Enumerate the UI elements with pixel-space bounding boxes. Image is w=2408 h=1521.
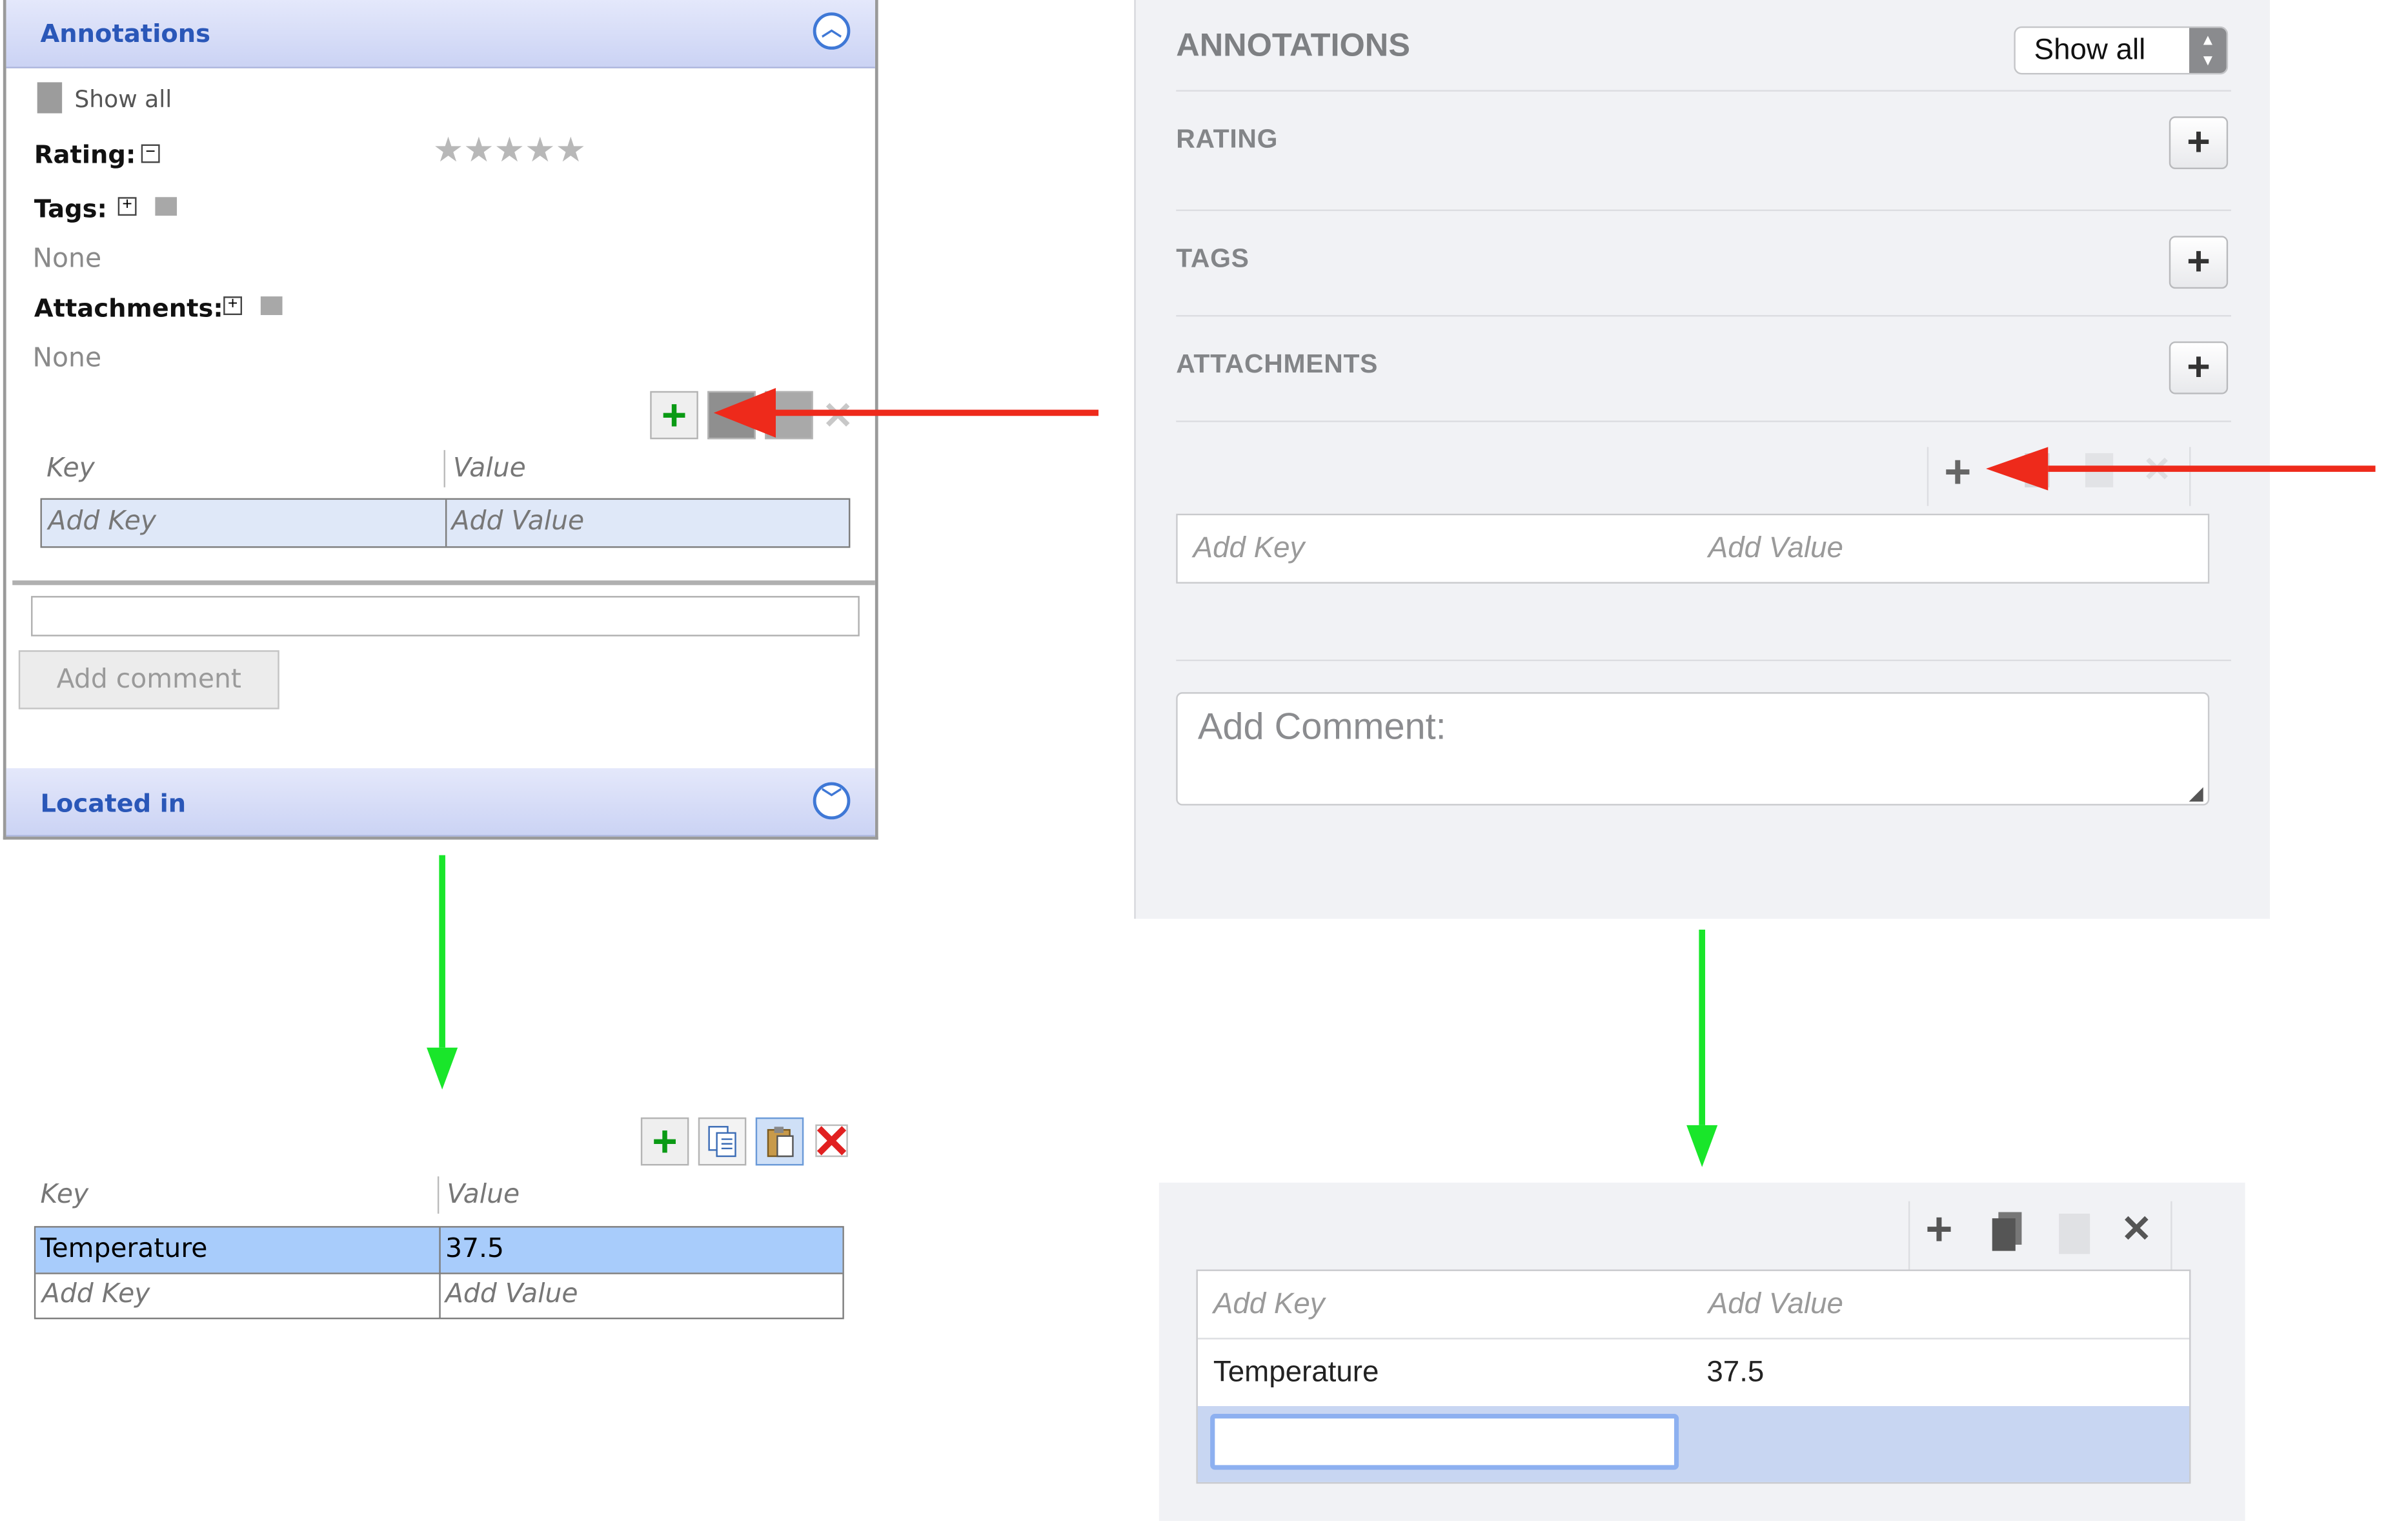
- green-arrow-left: [427, 855, 458, 1090]
- red-arrow-left: [713, 388, 1099, 438]
- annotation-arrows: [427, 388, 2376, 1167]
- red-arrow-right: [1986, 447, 2376, 491]
- green-arrow-right: [1686, 929, 1718, 1167]
